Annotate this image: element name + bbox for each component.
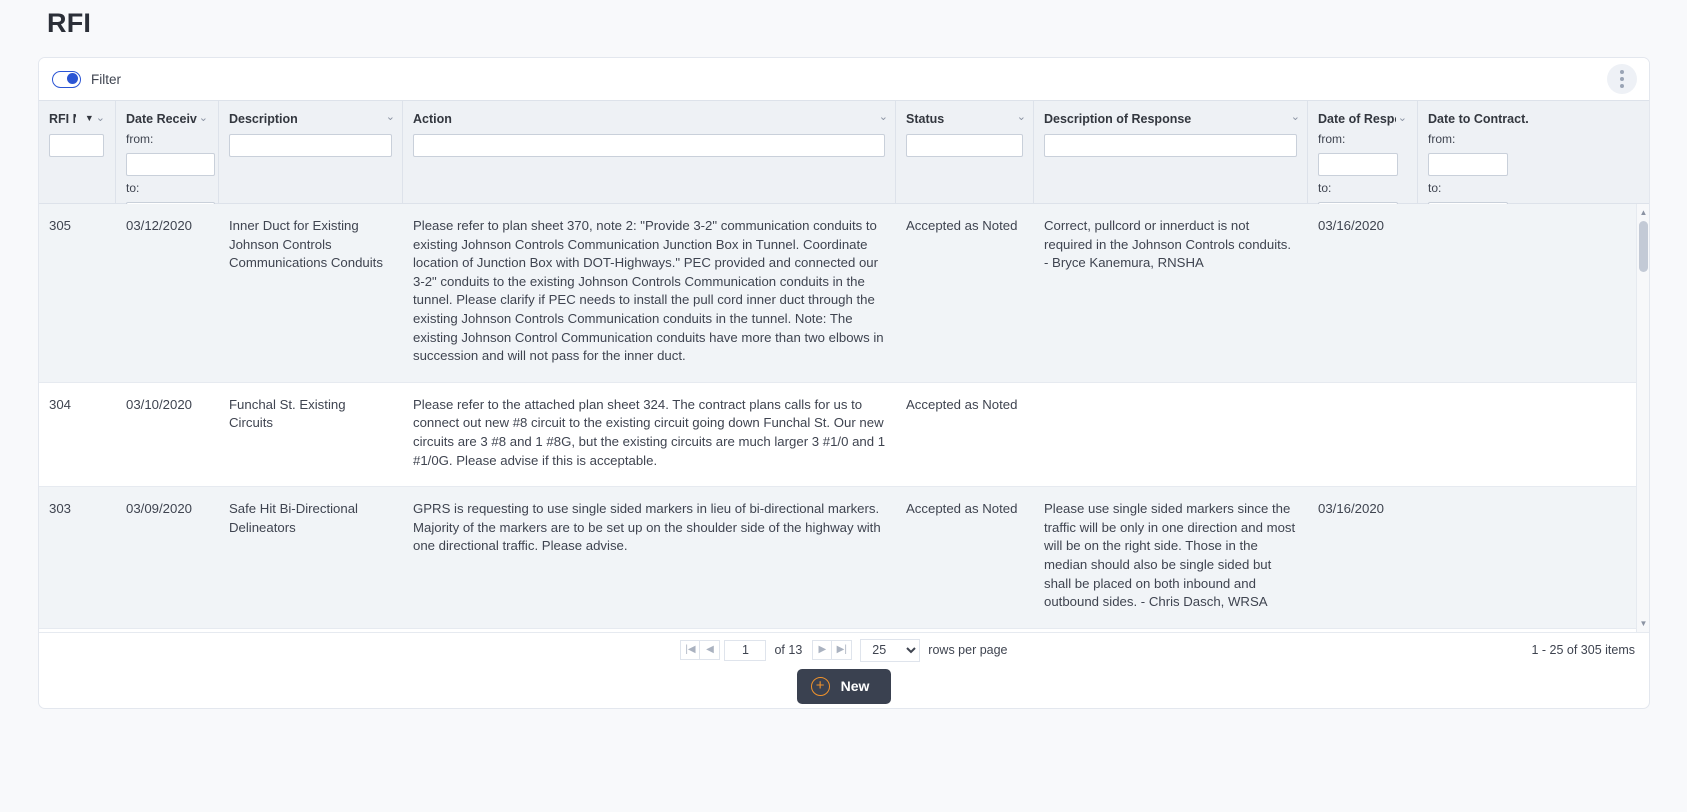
filter-input-date-of-response-from[interactable]: [1318, 153, 1398, 176]
column-label-description: Description: [229, 112, 298, 126]
column-header-date-of-response[interactable]: Date of Respons... ⌄ from: to:: [1308, 101, 1418, 203]
new-button[interactable]: + New: [797, 669, 892, 704]
cell-description-of-response: Correct, pullcord or innerduct is not re…: [1034, 204, 1308, 382]
filter-input-action[interactable]: [413, 134, 885, 157]
cell-date-received: 03/12/2020: [116, 204, 219, 382]
item-count-label: 1 - 25 of 305 items: [1531, 643, 1635, 657]
cell-action: Please refer to plan sheet 370, note 2: …: [403, 204, 896, 382]
scrollbar-thumb[interactable]: [1639, 221, 1648, 272]
rfi-page: RFI Filter RFI No ▼ ⌄: [0, 0, 1687, 812]
filter-input-date-received-from[interactable]: [126, 153, 215, 176]
next-page-icon[interactable]: ▶: [812, 640, 832, 660]
column-label-rfi-no: RFI No: [49, 112, 76, 126]
chevron-down-icon-rfi-no[interactable]: ⌄: [96, 113, 105, 124]
kebab-menu-icon[interactable]: [1607, 64, 1637, 94]
cell-action: GPRS is requesting to use single sided m…: [403, 487, 896, 628]
column-header-description[interactable]: Description ⌄: [219, 101, 403, 203]
new-button-bar: + New: [39, 662, 1649, 709]
column-label-status: Status: [906, 112, 944, 126]
cell-date-of-response: [1308, 383, 1418, 486]
cell-date-received: 03/10/2020: [116, 383, 219, 486]
cell-description-of-response: [1034, 383, 1308, 486]
cell-date-of-response: 03/16/2020: [1308, 487, 1418, 628]
cell-rfi-no: 303: [39, 487, 116, 628]
grid-header-row: RFI No ▼ ⌄ Date Received .. ⌄ from: to:: [39, 100, 1649, 204]
column-label-action: Action: [413, 112, 452, 126]
page-size-select[interactable]: 25: [860, 639, 920, 662]
cell-date-to-contract: [1418, 204, 1538, 382]
filter-from-label-date-to-contract: from:: [1428, 132, 1528, 146]
chevron-down-icon-description-of-response[interactable]: ⌄: [1291, 112, 1300, 123]
vertical-scrollbar[interactable]: ▲ ▼: [1636, 204, 1649, 632]
column-header-date-to-contract[interactable]: Date to Contract... from: to:: [1418, 101, 1538, 203]
filter-bar: Filter: [39, 58, 1649, 100]
last-page-icon[interactable]: ▶|: [832, 640, 852, 660]
sort-descending-icon[interactable]: ▼: [85, 114, 94, 123]
filter-from-label-date-of-response: from:: [1318, 132, 1407, 146]
page-title: RFI: [47, 8, 91, 39]
table-row[interactable]: 303 03/09/2020 Safe Hit Bi-Directional D…: [39, 487, 1649, 629]
cell-date-to-contract: [1418, 383, 1538, 486]
column-header-action[interactable]: Action ⌄: [403, 101, 896, 203]
new-button-label: New: [841, 678, 870, 694]
cell-description: Inner Duct for Existing Johnson Controls…: [219, 204, 403, 382]
chevron-down-icon-status[interactable]: ⌄: [1017, 112, 1026, 123]
page-total-label: of 13: [774, 643, 802, 657]
chevron-down-icon-description[interactable]: ⌄: [386, 112, 395, 123]
column-header-date-received[interactable]: Date Received .. ⌄ from: to:: [116, 101, 219, 203]
chevron-down-icon-action[interactable]: ⌄: [879, 112, 888, 123]
column-label-date-to-contract: Date to Contract...: [1428, 112, 1528, 126]
cell-description: Funchal St. Existing Circuits: [219, 383, 403, 486]
cell-rfi-no: 305: [39, 204, 116, 382]
filter-to-label-date-of-response: to:: [1318, 181, 1407, 195]
filter-input-rfi-no[interactable]: [49, 134, 104, 157]
table-row[interactable]: 304 03/10/2020 Funchal St. Existing Circ…: [39, 383, 1649, 487]
rows-per-page-label: rows per page: [928, 643, 1007, 657]
cell-date-of-response: 03/16/2020: [1308, 204, 1418, 382]
filter-to-label-date-received: to:: [126, 181, 208, 195]
column-header-rfi-no[interactable]: RFI No ▼ ⌄: [39, 101, 116, 203]
cell-description: Safe Hit Bi-Directional Delineators: [219, 487, 403, 628]
cell-description-of-response: Please use single sided markers since th…: [1034, 487, 1308, 628]
first-page-icon[interactable]: |◀: [680, 640, 700, 660]
column-label-date-of-response: Date of Respons...: [1318, 112, 1396, 126]
scroll-down-icon[interactable]: ▼: [1637, 617, 1649, 630]
plus-circle-icon: +: [811, 677, 830, 696]
filter-label: Filter: [91, 72, 121, 87]
cell-status: Accepted as Noted: [896, 204, 1034, 382]
filter-input-status[interactable]: [906, 134, 1023, 157]
page-number-input[interactable]: [724, 640, 766, 661]
filter-to-label-date-to-contract: to:: [1428, 181, 1528, 195]
column-header-status[interactable]: Status ⌄: [896, 101, 1034, 203]
filter-input-description[interactable]: [229, 134, 392, 157]
data-grid: RFI No ▼ ⌄ Date Received .. ⌄ from: to:: [39, 100, 1649, 667]
cell-date-received: 03/09/2020: [116, 487, 219, 628]
table-row[interactable]: 305 03/12/2020 Inner Duct for Existing J…: [39, 204, 1649, 383]
cell-rfi-no: 304: [39, 383, 116, 486]
chevron-down-icon-date-of-response[interactable]: ⌄: [1398, 113, 1407, 124]
column-header-description-of-response[interactable]: Description of Response ⌄: [1034, 101, 1308, 203]
grid-body: 305 03/12/2020 Inner Duct for Existing J…: [39, 204, 1649, 632]
chevron-down-icon-date-received[interactable]: ⌄: [199, 113, 208, 124]
previous-page-icon[interactable]: ◀: [700, 640, 720, 660]
filter-input-description-of-response[interactable]: [1044, 134, 1297, 157]
cell-date-to-contract: [1418, 487, 1538, 628]
cell-status: Accepted as Noted: [896, 487, 1034, 628]
cell-action: Please refer to the attached plan sheet …: [403, 383, 896, 486]
column-label-description-of-response: Description of Response: [1044, 112, 1191, 126]
scroll-up-icon[interactable]: ▲: [1637, 206, 1649, 219]
cell-status: Accepted as Noted: [896, 383, 1034, 486]
filter-toggle[interactable]: [52, 71, 81, 88]
column-label-date-received: Date Received ..: [126, 112, 197, 126]
filter-toggle-knob: [67, 73, 78, 84]
filter-input-date-to-contract-from[interactable]: [1428, 153, 1508, 176]
rfi-grid-card: Filter RFI No ▼ ⌄ Date Received .. ⌄: [38, 57, 1650, 709]
filter-from-label-date-received: from:: [126, 132, 208, 146]
